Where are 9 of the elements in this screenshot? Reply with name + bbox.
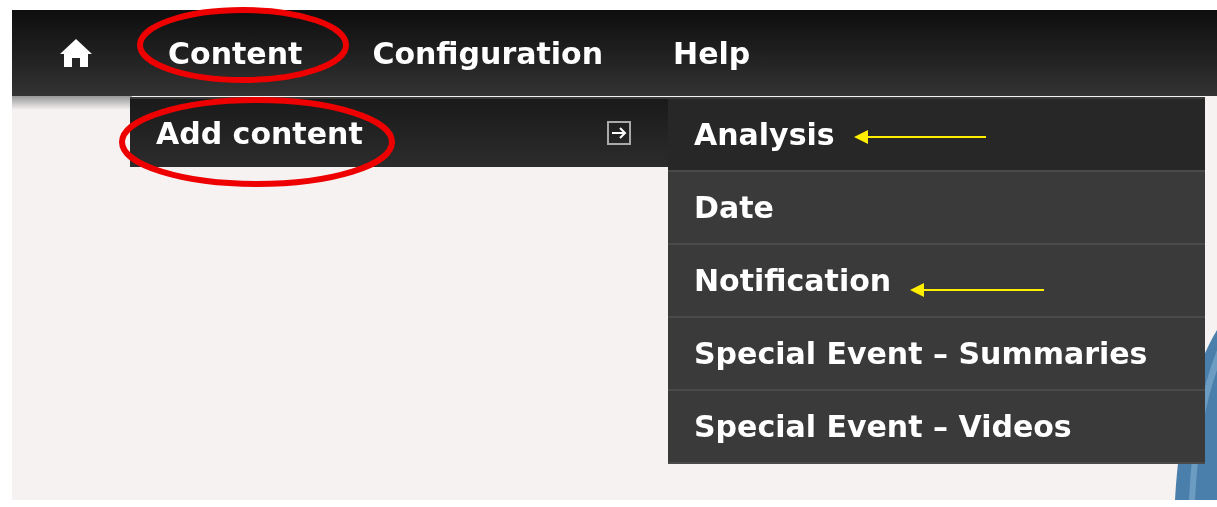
menu-item[interactable]: Notification [668, 245, 1205, 318]
toolbar-link[interactable]: Help [673, 30, 751, 76]
menu-item[interactable]: Analysis [668, 99, 1205, 172]
expand-icon[interactable] [606, 120, 632, 146]
menu-item[interactable]: Date [668, 172, 1205, 245]
home-icon [58, 37, 94, 69]
menu-item[interactable]: Special Event – Summaries [668, 318, 1205, 391]
toolbar-link[interactable]: Configuration [372, 30, 604, 76]
menu-item[interactable]: Special Event – Videos [668, 391, 1205, 464]
